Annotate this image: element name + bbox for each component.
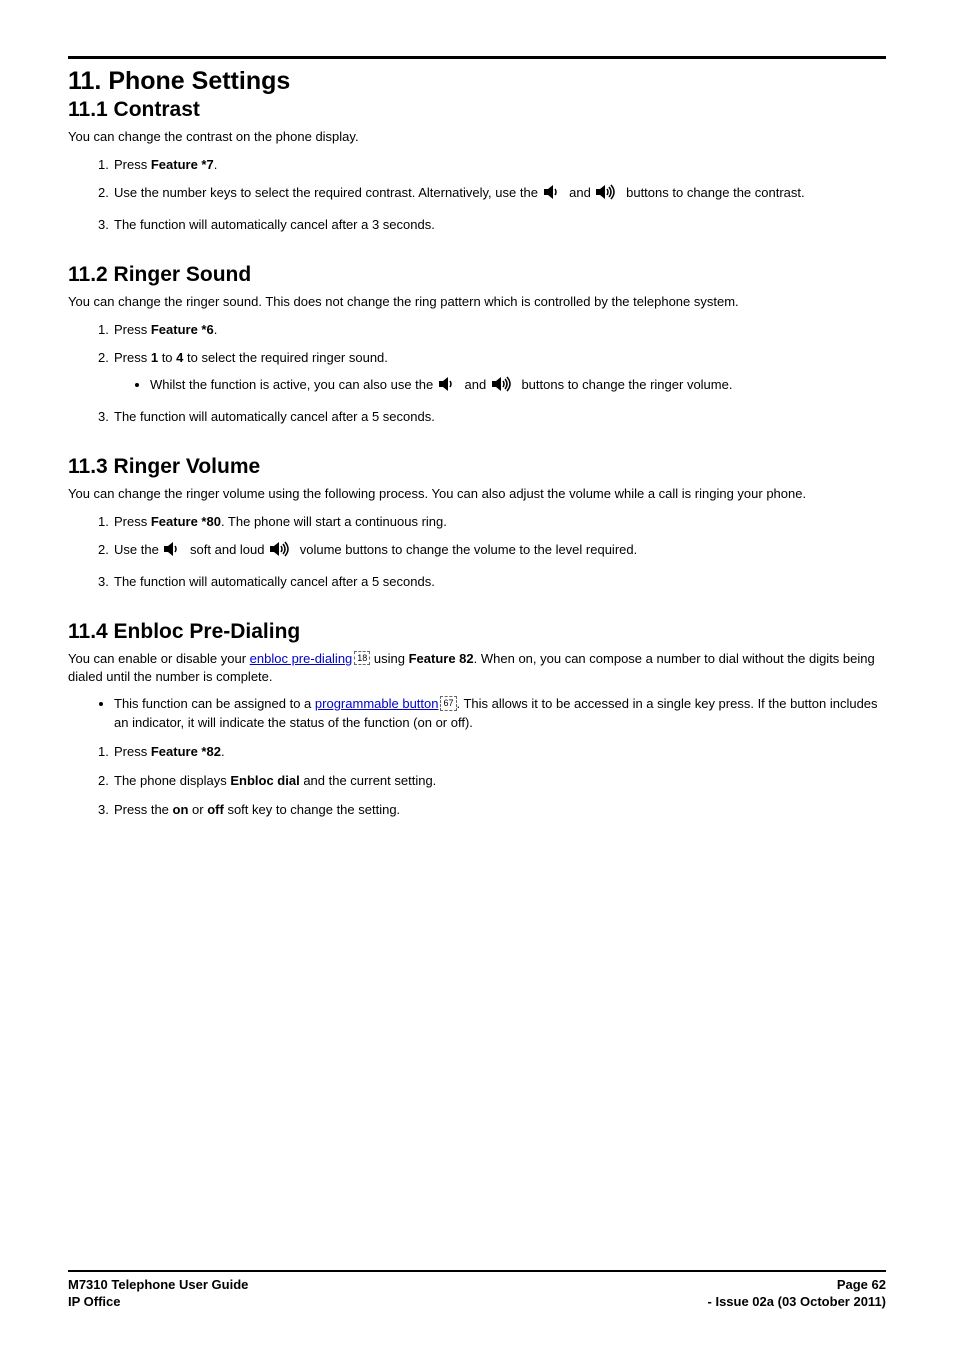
volume-up-icon bbox=[596, 184, 620, 206]
page-ref-icon: 18 bbox=[354, 651, 370, 665]
volume-down-icon bbox=[544, 184, 564, 206]
heading-11-1: 11.1 Contrast bbox=[68, 98, 886, 122]
link-enbloc[interactable]: enbloc pre-dialing bbox=[250, 651, 353, 666]
intro-11-1: You can change the contrast on the phone… bbox=[68, 128, 886, 146]
section-ringer-sound: 11.2 Ringer Sound You can change the rin… bbox=[68, 263, 886, 427]
volume-down-icon bbox=[164, 541, 184, 563]
bullets-11-4: This function can be assigned to a progr… bbox=[114, 695, 886, 733]
volume-up-icon bbox=[270, 541, 294, 563]
step: 3. The function will automatically cance… bbox=[98, 216, 886, 235]
step: 3. Press the on or off soft key to chang… bbox=[98, 801, 886, 820]
steps-11-1: 1. Press Feature *7. 2. Use the number k… bbox=[98, 156, 886, 236]
document-page: 11. Phone Settings 11.1 Contrast You can… bbox=[0, 0, 954, 1351]
step: 1. Press Feature *7. bbox=[98, 156, 886, 175]
top-rule bbox=[68, 56, 886, 59]
intro-11-3: You can change the ringer volume using t… bbox=[68, 485, 886, 503]
step: 1. Press Feature *6. bbox=[98, 321, 886, 340]
steps-11-4: 1. Press Feature *82. 2. The phone displ… bbox=[98, 743, 886, 820]
step: 2. Press 1 to 4 to select the required r… bbox=[98, 349, 886, 398]
footer-rule bbox=[68, 1270, 886, 1272]
step: 2. The phone displays Enbloc dial and th… bbox=[98, 772, 886, 791]
step: 1. Press Feature *80. The phone will sta… bbox=[98, 513, 886, 532]
section-contrast: 11.1 Contrast You can change the contras… bbox=[68, 98, 886, 235]
intro-11-4: You can enable or disable your enbloc pr… bbox=[68, 650, 886, 685]
intro-11-2: You can change the ringer sound. This do… bbox=[68, 293, 886, 311]
page-footer: M7310 Telephone User Guide Page 62 IP Of… bbox=[68, 1270, 886, 1311]
heading-11-3: 11.3 Ringer Volume bbox=[68, 455, 886, 479]
step: 3. The function will automatically cance… bbox=[98, 573, 886, 592]
link-programmable-button[interactable]: programmable button bbox=[315, 696, 439, 711]
volume-down-icon bbox=[439, 376, 459, 398]
chapter-title: 11. Phone Settings bbox=[68, 67, 886, 96]
substep: Whilst the function is active, you can a… bbox=[150, 376, 886, 398]
footer-issue: - Issue 02a (03 October 2011) bbox=[708, 1293, 886, 1311]
step: 3. The function will automatically cance… bbox=[98, 408, 886, 427]
footer-product: IP Office bbox=[68, 1293, 121, 1311]
step: 2. Use the soft and loud volume buttons … bbox=[98, 541, 886, 563]
section-enbloc: 11.4 Enbloc Pre-Dialing You can enable o… bbox=[68, 620, 886, 819]
volume-up-icon bbox=[492, 376, 516, 398]
heading-11-2: 11.2 Ringer Sound bbox=[68, 263, 886, 287]
page-ref-icon: 67 bbox=[440, 696, 456, 711]
substeps: Whilst the function is active, you can a… bbox=[150, 376, 886, 398]
section-ringer-volume: 11.3 Ringer Volume You can change the ri… bbox=[68, 455, 886, 592]
step: 2. Use the number keys to select the req… bbox=[98, 184, 886, 206]
steps-11-3: 1. Press Feature *80. The phone will sta… bbox=[98, 513, 886, 593]
footer-guide-title: M7310 Telephone User Guide bbox=[68, 1276, 248, 1294]
footer-page-number: Page 62 bbox=[837, 1276, 886, 1294]
steps-11-2: 1. Press Feature *6. 2. Press 1 to 4 to … bbox=[98, 321, 886, 427]
heading-11-4: 11.4 Enbloc Pre-Dialing bbox=[68, 620, 886, 644]
step: 1. Press Feature *82. bbox=[98, 743, 886, 762]
bullet: This function can be assigned to a progr… bbox=[114, 695, 886, 733]
